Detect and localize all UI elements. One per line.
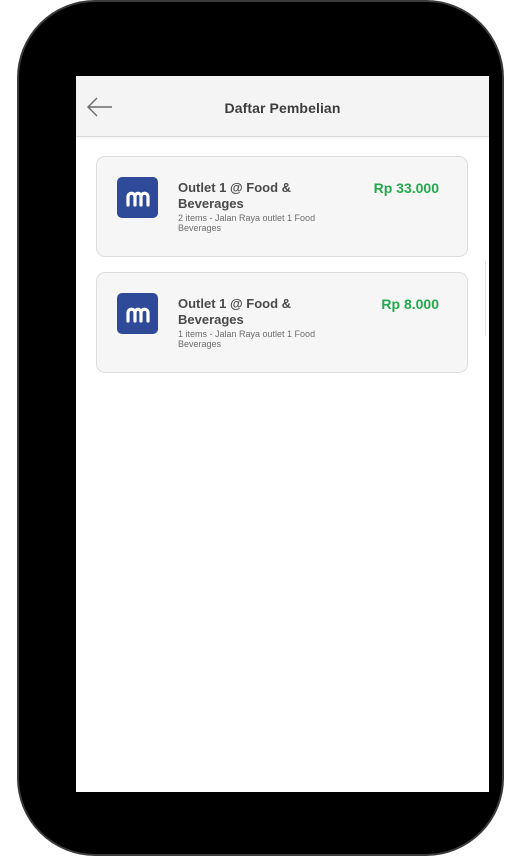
scroll-indicator <box>485 261 489 336</box>
app-bar: Daftar Pembelian <box>76 76 489 137</box>
purchase-price: Rp 8.000 <box>381 296 439 312</box>
outlet-name: Outlet 1 @ Food & Beverages <box>178 296 292 327</box>
outlet-name: Outlet 1 @ Food & Beverages <box>178 180 292 211</box>
purchase-card[interactable]: Outlet 1 @ Food & Beverages 1 items - Ja… <box>96 272 468 373</box>
page-title: Daftar Pembelian <box>224 100 341 116</box>
outlet-logo-icon <box>117 293 158 334</box>
app-screen: Daftar Pembelian Outlet 1 @ Food & Bever… <box>76 76 489 792</box>
phone-frame: Daftar Pembelian Outlet 1 @ Food & Bever… <box>17 0 504 856</box>
outlet-logo-icon <box>117 177 158 218</box>
purchase-card[interactable]: Outlet 1 @ Food & Beverages 2 items - Ja… <box>96 156 468 257</box>
purchase-list: Outlet 1 @ Food & Beverages 2 items - Ja… <box>96 156 470 388</box>
purchase-description: 1 items - Jalan Raya outlet 1 Food Bever… <box>178 329 316 349</box>
purchase-description: 2 items - Jalan Raya outlet 1 Food Bever… <box>178 213 316 233</box>
purchase-price: Rp 33.000 <box>373 180 439 196</box>
